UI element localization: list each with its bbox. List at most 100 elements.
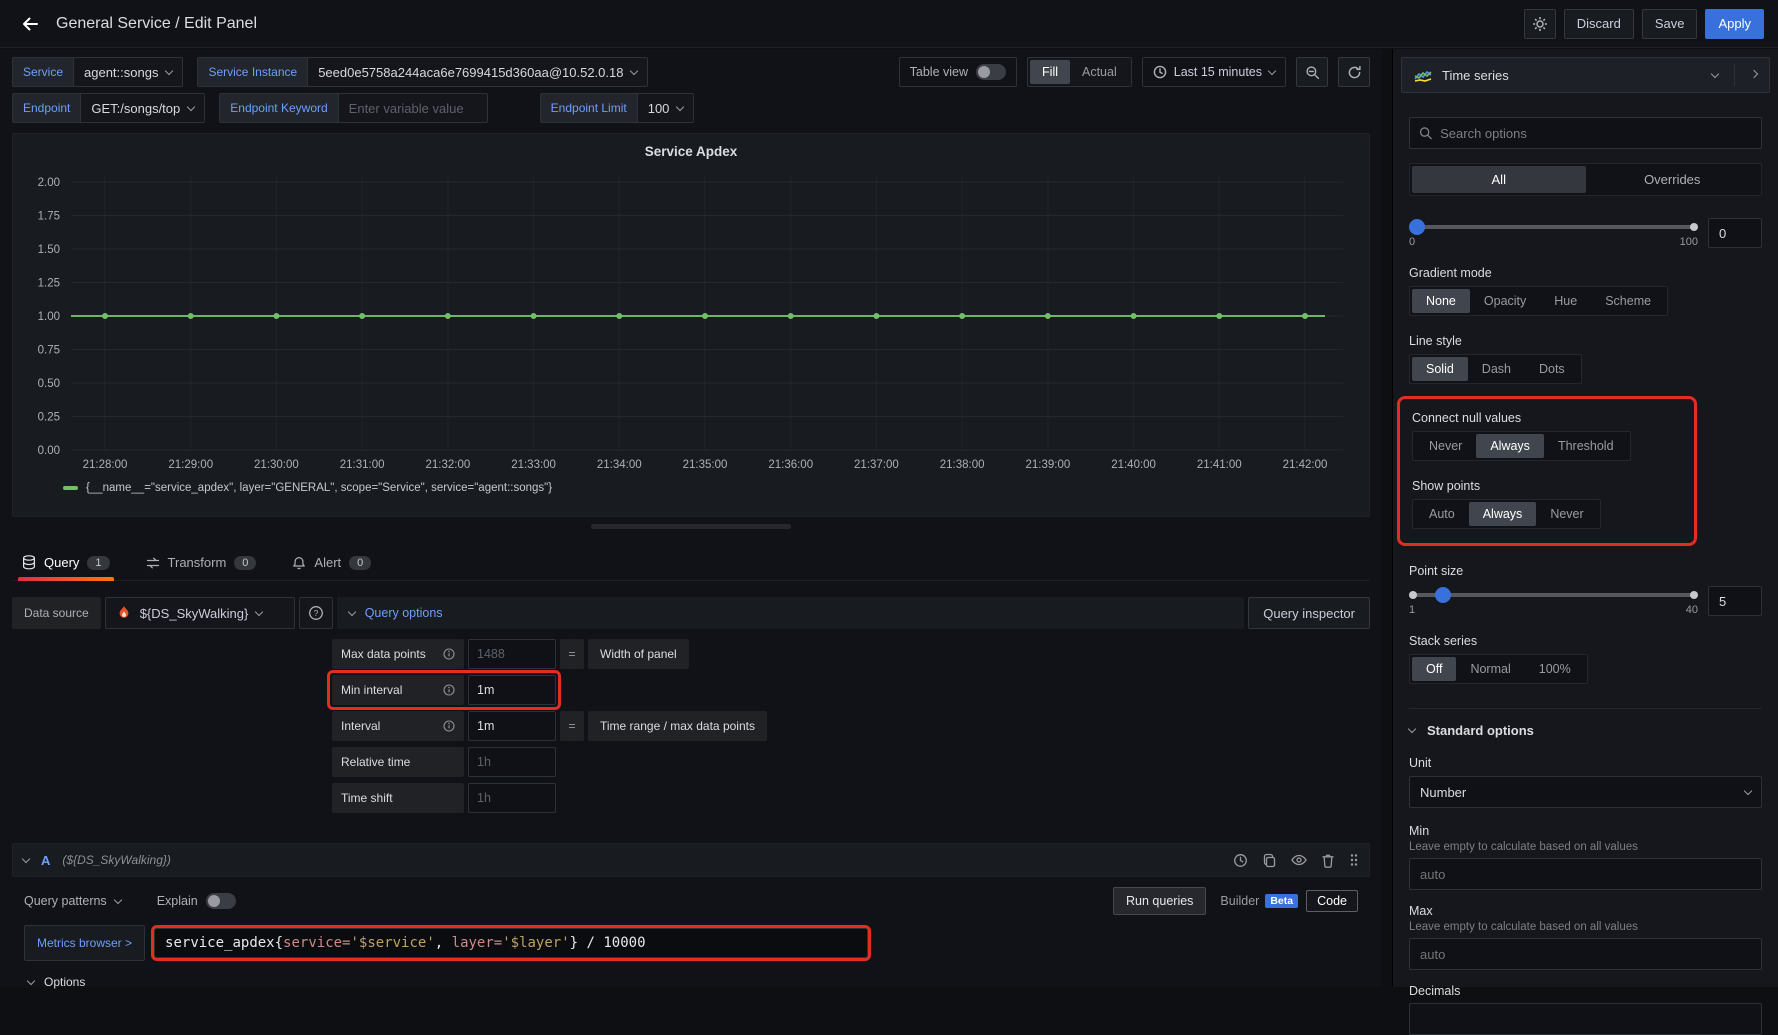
save-button[interactable]: Save: [1642, 9, 1698, 39]
gradient-hue[interactable]: Hue: [1540, 289, 1591, 313]
chart-legend[interactable]: {__name__="service_apdex", layer="GENERA…: [17, 477, 1365, 499]
actual-option[interactable]: Actual: [1070, 60, 1129, 84]
line-style-dash[interactable]: Dash: [1468, 357, 1525, 381]
show-points-never[interactable]: Never: [1536, 502, 1597, 526]
tab-all[interactable]: All: [1412, 166, 1586, 193]
service-select[interactable]: agent::songs: [73, 57, 183, 87]
max-input[interactable]: [1409, 938, 1762, 970]
svg-text:1.75: 1.75: [38, 211, 60, 223]
interval-input[interactable]: [468, 711, 556, 741]
apply-button[interactable]: Apply: [1705, 9, 1764, 39]
tab-alert[interactable]: Alert 0: [288, 549, 375, 580]
query-row-header[interactable]: A (${DS_SkyWalking}): [12, 843, 1370, 877]
delete-query-button[interactable]: [1321, 853, 1335, 868]
panel-settings-button[interactable]: [1524, 9, 1556, 39]
line-style-dots[interactable]: Dots: [1525, 357, 1579, 381]
fill-opacity-value[interactable]: 0: [1708, 218, 1762, 248]
connect-nulls-threshold[interactable]: Threshold: [1544, 434, 1628, 458]
endpoint-select[interactable]: GET:/songs/top: [80, 93, 205, 123]
connect-nulls-never[interactable]: Never: [1415, 434, 1476, 458]
fill-opacity-slider[interactable]: 0 100: [1409, 218, 1698, 248]
slider-handle[interactable]: [1435, 587, 1451, 603]
gradient-scheme[interactable]: Scheme: [1591, 289, 1665, 313]
svg-text:21:34:00: 21:34:00: [597, 459, 642, 471]
line-style-label: Line style: [1409, 334, 1762, 348]
slider-handle[interactable]: [1409, 219, 1425, 235]
refresh-button[interactable]: [1338, 57, 1370, 87]
info-icon: [443, 648, 455, 660]
datasource-picker[interactable]: ${DS_SkyWalking}: [105, 597, 295, 629]
highlighted-options-box: Connect null values Never Always Thresho…: [1397, 396, 1697, 546]
query-history-button[interactable]: [1233, 853, 1248, 868]
unit-select[interactable]: Number: [1409, 776, 1762, 808]
editor-tabs: Query 1 Transform 0 Alert 0: [12, 547, 1370, 581]
service-instance-select[interactable]: 5eed0e5758a244aca6e7699415d360aa@10.52.0…: [307, 57, 648, 87]
point-size-value[interactable]: 5: [1708, 586, 1762, 616]
chart-title: Service Apdex: [17, 140, 1365, 164]
promql-expression-input[interactable]: service_apdex{service='$service', layer=…: [154, 928, 868, 958]
max-data-points-input[interactable]: [468, 639, 556, 669]
datasource-row: Data source ${DS_SkyWalking} ? Query opt…: [12, 597, 1370, 629]
min-input[interactable]: [1409, 858, 1762, 890]
tab-transform[interactable]: Transform 0: [142, 549, 261, 580]
code-option[interactable]: Code: [1306, 890, 1358, 912]
show-points-always[interactable]: Always: [1469, 502, 1537, 526]
point-size-slider[interactable]: 1 40: [1409, 586, 1698, 616]
stack-off[interactable]: Off: [1412, 657, 1456, 681]
gradient-none[interactable]: None: [1412, 289, 1470, 313]
options-search-input[interactable]: [1440, 126, 1752, 141]
time-range-picker[interactable]: Last 15 minutes: [1142, 57, 1286, 87]
table-view-switch[interactable]: [976, 64, 1006, 80]
panel-options-pane: Time series All Overrides 0 100: [1392, 49, 1778, 987]
discard-button[interactable]: Discard: [1564, 9, 1634, 39]
tab-overrides[interactable]: Overrides: [1586, 166, 1760, 193]
stack-normal[interactable]: Normal: [1456, 657, 1524, 681]
endpoint-keyword-input[interactable]: [338, 93, 488, 123]
eye-icon: [1291, 854, 1307, 866]
query-patterns-select[interactable]: Query patterns: [24, 894, 121, 908]
zoom-out-button[interactable]: [1296, 57, 1328, 87]
duplicate-query-button[interactable]: [1262, 853, 1277, 868]
drag-query-handle[interactable]: [1349, 853, 1359, 867]
gradient-opacity[interactable]: Opacity: [1470, 289, 1540, 313]
options-search[interactable]: [1409, 117, 1762, 149]
top-bar: General Service / Edit Panel Discard Sav…: [0, 0, 1778, 48]
show-points-auto[interactable]: Auto: [1415, 502, 1469, 526]
query-inspector-button[interactable]: Query inspector: [1248, 597, 1370, 629]
table-view-toggle[interactable]: Table view: [899, 57, 1017, 87]
time-series-chart[interactable]: 2.001.751.501.251.000.750.500.250.0021:2…: [17, 164, 1363, 474]
endpoint-limit-select[interactable]: 100: [637, 93, 695, 123]
stack-100[interactable]: 100%: [1525, 657, 1585, 681]
back-button[interactable]: [14, 8, 46, 40]
standard-options-header[interactable]: Standard options: [1409, 723, 1762, 738]
zoom-out-icon: [1305, 65, 1320, 80]
query-options-header[interactable]: Query options: [337, 597, 1245, 629]
min-interval-highlight: Min interval: [327, 670, 561, 710]
chevron-down-icon: [27, 976, 35, 984]
chevron-right-icon[interactable]: [1750, 69, 1758, 77]
fill-opacity-control: 0 100 0: [1409, 218, 1762, 248]
min-interval-input[interactable]: [468, 675, 556, 705]
min-description: Leave empty to calculate based on all va…: [1409, 841, 1762, 853]
visualization-picker[interactable]: Time series: [1401, 57, 1770, 93]
connect-null-values-label: Connect null values: [1412, 411, 1682, 425]
fill-option[interactable]: Fill: [1030, 60, 1070, 84]
connect-nulls-always[interactable]: Always: [1476, 434, 1544, 458]
relative-time-input[interactable]: [468, 747, 556, 777]
time-shift-input[interactable]: [468, 783, 556, 813]
svg-text:21:41:00: 21:41:00: [1197, 459, 1242, 471]
panel-resize-handle[interactable]: [591, 524, 791, 529]
metrics-browser-button[interactable]: Metrics browser >: [24, 925, 145, 961]
datasource-help-button[interactable]: ?: [299, 597, 333, 629]
explain-switch[interactable]: [206, 893, 236, 909]
builder-option[interactable]: Builder Beta: [1220, 894, 1298, 908]
toggle-query-visibility-button[interactable]: [1291, 854, 1307, 866]
explain-toggle[interactable]: Explain: [157, 893, 236, 909]
slider-min: 1: [1409, 604, 1415, 616]
decimals-input[interactable]: [1409, 1003, 1762, 1035]
svg-text:21:35:00: 21:35:00: [683, 459, 728, 471]
line-style-solid[interactable]: Solid: [1412, 357, 1468, 381]
run-queries-button[interactable]: Run queries: [1113, 887, 1206, 915]
tab-query[interactable]: Query 1: [18, 549, 114, 580]
interval-label: Interval: [332, 711, 464, 741]
